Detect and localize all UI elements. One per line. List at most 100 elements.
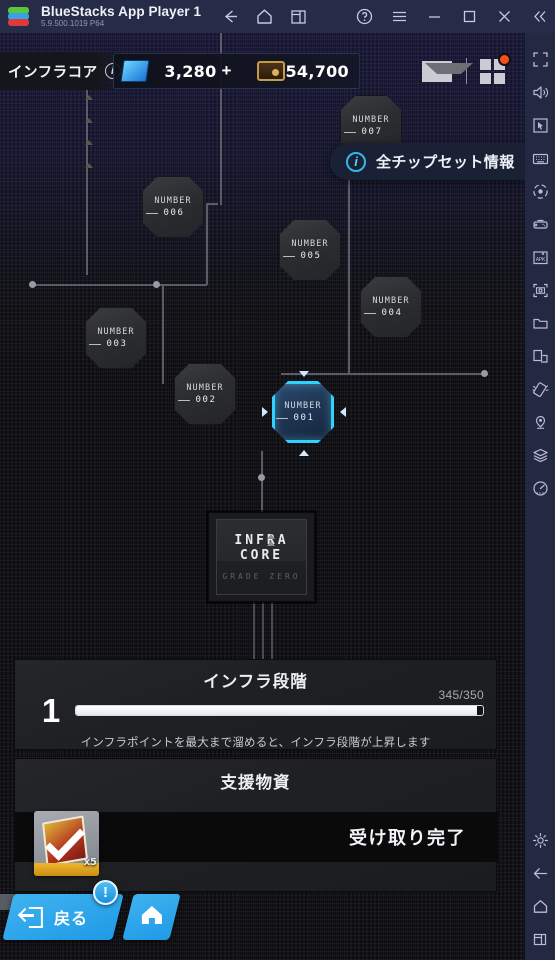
map-marker-triangle (85, 140, 93, 145)
infra-progress-text: 345/350 (438, 688, 484, 702)
titlebar-window-controls (355, 0, 549, 33)
home-icon (139, 903, 165, 932)
circuit-trace (271, 599, 273, 661)
macro-record-icon[interactable] (525, 175, 555, 208)
infra-progress-bar (75, 705, 484, 716)
bluestacks-titlebar: BlueStacks App Player 1 5.9.500.1019 P64 (0, 0, 555, 33)
chipset-node-005[interactable]: NUMBER 005 (279, 219, 341, 281)
currency-crystal[interactable]: 3,280 + (114, 54, 231, 88)
chipset-node-004[interactable]: NUMBER 004 (360, 276, 422, 338)
bluestacks-logo-icon (6, 5, 32, 29)
supply-panel-title: 支援物資 (220, 774, 291, 792)
maximize-icon[interactable] (460, 7, 479, 26)
node-number: 002 (178, 395, 217, 405)
currency-bar: 3,280 + 54,700 (113, 53, 360, 89)
circuit-node-dot (481, 370, 488, 377)
infra-core-block[interactable]: INFRA CORE GRADE ZERO (208, 512, 315, 602)
circuit-trace (206, 203, 218, 205)
circuit-trace (86, 85, 88, 275)
fullscreen-icon[interactable] (525, 43, 555, 76)
bluestacks-sidebar: APK (525, 33, 555, 960)
infra-core-inner: INFRA CORE GRADE ZERO (216, 519, 307, 595)
blue-crystal-icon (120, 60, 150, 82)
node-title: NUMBER (352, 115, 390, 125)
shake-icon[interactable] (525, 373, 555, 406)
node-number: 005 (283, 251, 322, 261)
selection-arrow-left (262, 407, 268, 417)
infra-progress-wrap: 345/350 (75, 688, 484, 716)
multi-instance-icon[interactable] (289, 7, 308, 26)
chipset-node-001-selected[interactable]: NUMBER 001 (272, 381, 334, 443)
sidebar-bottom-group (525, 824, 555, 956)
circuit-trace (281, 373, 485, 375)
cursor-icon[interactable] (525, 109, 555, 142)
back-button-label: 戻る (54, 911, 89, 928)
node-number: 004 (364, 308, 403, 318)
back-arrow-icon[interactable] (221, 7, 240, 26)
add-crystal-button[interactable]: + (222, 61, 232, 81)
map-marker-triangle (85, 163, 93, 168)
chipset-info-banner-label: 全チップセット情報 (376, 154, 515, 171)
back-arrow-icon[interactable] (525, 857, 555, 890)
core-arrow-marker (267, 541, 275, 546)
infra-stage-description: インフラポイントを最大まで溜めると、インフラ段階が上昇します (80, 737, 431, 749)
infra-stage-panel: インフラ段階 1 345/350 インフラポイントを最大まで溜めると、インフラ段… (14, 659, 497, 750)
circuit-trace (262, 599, 264, 661)
multi-instance-icon[interactable] (525, 340, 555, 373)
supply-card-icon[interactable]: x5 (34, 811, 99, 876)
info-circle-icon: i (346, 151, 366, 172)
selection-arrow-right (340, 407, 346, 417)
node-title: NUMBER (291, 239, 329, 249)
screen-title: インフラコア (8, 64, 98, 81)
keyboard-icon[interactable] (525, 142, 555, 175)
currency-chipset[interactable]: 54,700 (231, 54, 359, 88)
map-marker-triangle (85, 95, 93, 100)
location-icon[interactable] (525, 406, 555, 439)
node-number: 001 (276, 413, 315, 423)
circuit-trace (162, 284, 164, 384)
minimize-icon[interactable] (425, 7, 444, 26)
gamepad-icon[interactable] (525, 208, 555, 241)
supply-status: 受け取り完了 (349, 828, 466, 848)
menu-icon[interactable] (390, 7, 409, 26)
layers-icon[interactable] (525, 439, 555, 472)
game-viewport[interactable]: NUMBER 007 NUMBER 006 NUMBER 005 NUMBER … (0, 33, 525, 960)
recents-icon[interactable] (525, 923, 555, 956)
circuit-trace (161, 284, 207, 286)
chipset-node-003[interactable]: NUMBER 003 (85, 307, 147, 369)
crystal-amount: 3,280 (164, 61, 217, 81)
mail-icon[interactable] (422, 60, 473, 82)
close-icon[interactable] (495, 7, 514, 26)
selection-arrow-down (299, 450, 309, 456)
map-marker-triangle (85, 118, 93, 123)
speedometer-icon[interactable] (525, 472, 555, 505)
node-title: NUMBER (186, 383, 224, 393)
selection-arrow-up (299, 371, 309, 377)
window-title-block: BlueStacks App Player 1 5.9.500.1019 P64 (41, 5, 201, 29)
infra-stage-level: 1 (41, 692, 61, 729)
install-apk-icon[interactable]: APK (525, 241, 555, 274)
home-icon[interactable] (525, 890, 555, 923)
core-title-line1: INFRA (234, 533, 289, 548)
chipset-node-002[interactable]: NUMBER 002 (174, 363, 236, 425)
bottom-nav: 戻る (0, 894, 181, 940)
core-title: INFRA CORE (234, 533, 288, 563)
home-icon[interactable] (255, 7, 274, 26)
volume-icon[interactable] (525, 76, 555, 109)
collapse-icon[interactable] (530, 7, 549, 26)
exit-icon (20, 906, 43, 928)
circuit-node-dot (258, 474, 265, 481)
circuit-trace (206, 203, 208, 285)
circuit-trace (253, 599, 255, 661)
screenshot-icon[interactable] (525, 274, 555, 307)
chipset-node-006[interactable]: NUMBER 006 (142, 176, 204, 238)
help-icon[interactable] (355, 7, 374, 26)
circuit-node-dot (153, 281, 160, 288)
screen-root: BlueStacks App Player 1 5.9.500.1019 P64 (0, 0, 555, 960)
media-folder-icon[interactable] (525, 307, 555, 340)
chipset-info-banner[interactable]: i 全チップセット情報 (330, 143, 525, 180)
infra-progress-fill (76, 706, 478, 715)
settings-gear-icon[interactable] (525, 824, 555, 857)
grid-menu-icon[interactable] (480, 52, 511, 84)
core-grade-label: GRADE ZERO (222, 572, 301, 581)
